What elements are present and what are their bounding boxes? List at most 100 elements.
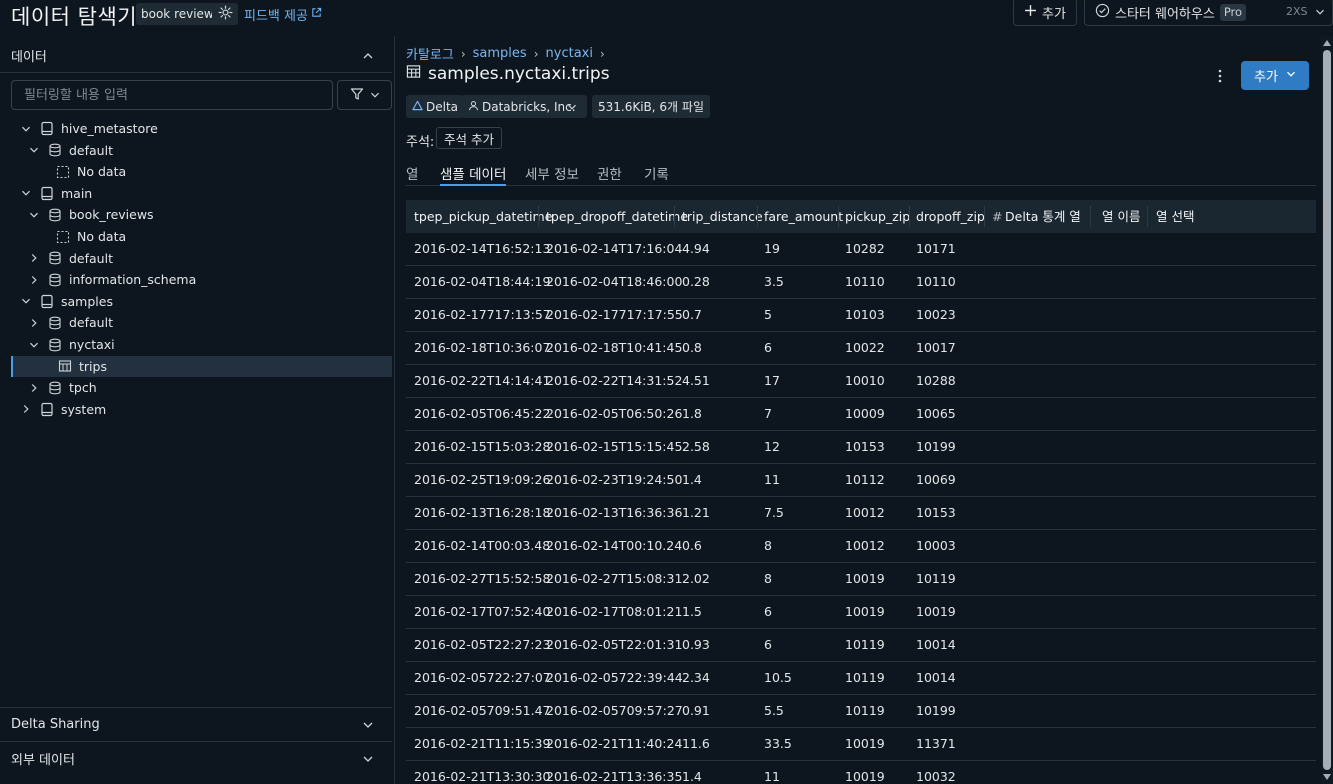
table-cell: 10032 [916, 769, 956, 784]
table-row: 2016-02-21T13:30:30 2016-02-21T13:36:35 1.… [406, 761, 1316, 784]
tree-item-label: No data [77, 229, 127, 244]
column-header[interactable]: dropoff_zip [916, 200, 985, 233]
chevron-down-icon[interactable] [567, 101, 577, 115]
chevron-right-icon[interactable] [19, 402, 33, 416]
table-cell: 2016-02-05T22:01:31 [546, 637, 683, 652]
table-cell: 2016-02-17T08:01:21 [546, 604, 683, 619]
column-header[interactable]: tpep_pickup_datetime [414, 200, 552, 233]
chevron-right-icon[interactable] [27, 273, 41, 287]
table-cell: 10019 [845, 604, 885, 619]
scroll-down-arrow-icon[interactable] [1323, 773, 1331, 781]
column-select-header[interactable]: 열 선택 [1156, 200, 1194, 233]
vertical-scrollbar[interactable] [1321, 36, 1333, 784]
tree-item-table[interactable]: trips [11, 355, 392, 377]
table-cell: 6 [764, 340, 772, 355]
tree-item-schema[interactable]: tpch [11, 377, 392, 398]
delta-stats-column-header[interactable]: Delta 통계 열 [1005, 200, 1081, 233]
empty-data-icon [55, 229, 71, 245]
chevron-up-icon[interactable] [362, 50, 374, 66]
column-resizer[interactable] [838, 206, 839, 227]
database-icon [47, 337, 63, 353]
top-add-label: 추가 [1042, 6, 1066, 22]
column-resizer[interactable] [909, 206, 910, 227]
table-row: 2016-02-27T15:52:58 2016-02-27T15:08:31 2.… [406, 563, 1316, 596]
chevron-down-icon[interactable] [27, 338, 41, 352]
data-section-header[interactable]: 데이터 [0, 38, 392, 72]
column-name-header[interactable]: 열 이름 [1102, 200, 1140, 233]
column-resizer[interactable] [757, 206, 758, 227]
column-resizer[interactable] [674, 206, 675, 227]
chevron-down-icon[interactable] [19, 122, 33, 136]
tree-item-schema[interactable]: information_schema [11, 269, 392, 290]
table-cell: 17 [764, 373, 780, 388]
table-cell: 10019 [845, 769, 885, 784]
breadcrumb-item-samples[interactable]: samples [473, 46, 527, 61]
scroll-up-arrow-icon[interactable] [1323, 39, 1331, 47]
add-button[interactable]: 추가 [1241, 61, 1309, 90]
table-cell: 10009 [845, 406, 885, 421]
external-data-section-header[interactable]: 외부 데이터 [0, 741, 392, 775]
tab-details[interactable]: 세부 정보 [525, 163, 579, 186]
table-cell: 2016-02-21T13:36:35 [546, 769, 683, 784]
chevron-down-icon[interactable] [362, 753, 374, 769]
tab-columns[interactable]: 열 [406, 163, 418, 186]
column-header[interactable]: tpep_dropoff_datetime [546, 200, 688, 233]
table-cell: 10119 [916, 571, 956, 586]
column-resizer[interactable] [538, 206, 539, 227]
chevron-down-icon[interactable] [19, 186, 33, 200]
table-cell: 2016-02-17717:17:55 [546, 307, 683, 322]
column-header[interactable]: trip_distance [682, 200, 763, 233]
tree-item-catalog[interactable]: hive_metastore [11, 118, 392, 139]
chevron-down-icon[interactable] [19, 294, 33, 308]
delta-sharing-section-header[interactable]: Delta Sharing [0, 707, 392, 741]
filter-button[interactable] [337, 80, 392, 110]
chevron-right-icon[interactable] [27, 316, 41, 330]
breadcrumb-item-catalog[interactable]: 카탈로그 [406, 44, 454, 63]
table-cell: 10112 [845, 472, 885, 487]
tree-item-schema[interactable]: default [11, 312, 392, 333]
chevron-right-icon: › [460, 46, 466, 61]
breadcrumb-item-nyctaxi[interactable]: nyctaxi [546, 46, 593, 61]
catalog-icon [39, 185, 55, 201]
column-resizer[interactable] [1147, 206, 1148, 227]
feedback-link[interactable]: 피드백 제공 [244, 5, 322, 24]
chevron-down-icon[interactable] [362, 719, 374, 735]
tab-history[interactable]: 기록 [644, 163, 669, 186]
tab-permissions[interactable]: 권한 [597, 163, 622, 186]
settings-button[interactable] [212, 3, 238, 25]
tree-item-label: samples [61, 293, 113, 309]
add-comment-button[interactable]: 주석 추가 [436, 127, 502, 149]
tree-item-schema[interactable]: default [11, 140, 392, 161]
column-resizer[interactable] [1090, 206, 1091, 227]
tree-item-catalog[interactable]: samples [11, 291, 392, 312]
tree-item-catalog[interactable]: system [11, 399, 392, 420]
warehouse-selector[interactable]: 스타터 웨어하우스 Pro 2XS [1084, 0, 1333, 26]
chevron-right-icon[interactable] [27, 251, 41, 265]
table-cell: 2.02 [682, 571, 710, 586]
table-cell: 10023 [916, 307, 956, 322]
scrollbar-thumb[interactable] [1323, 50, 1331, 770]
column-header[interactable]: pickup_zip [845, 200, 910, 233]
table-cell: 8 [764, 538, 772, 553]
chevron-right-icon[interactable] [27, 381, 41, 395]
filter-input[interactable] [11, 80, 333, 110]
owner-chip[interactable]: Databricks, Inc. [462, 95, 587, 118]
more-options-button[interactable] [1212, 68, 1228, 86]
chevron-down-icon[interactable] [27, 143, 41, 157]
chevron-down-icon[interactable] [27, 208, 41, 222]
table-cell: 4.94 [682, 241, 710, 256]
column-header[interactable]: fare_amount [764, 200, 843, 233]
column-resizer[interactable] [984, 206, 985, 227]
table-cell: 10119 [845, 670, 885, 685]
tree-item-catalog[interactable]: main [11, 183, 392, 204]
tree-item-schema[interactable]: default [11, 248, 392, 269]
table-cell: 10153 [845, 439, 885, 454]
tab-sample-data[interactable]: 샘플 데이터 [440, 163, 507, 186]
tree-item-schema[interactable]: nyctaxi [11, 334, 392, 355]
table-header: tpep_pickup_datetime tpep_dropoff_dateti… [406, 200, 1316, 233]
warehouse-name: 스타터 웨어하우스 [1115, 6, 1215, 22]
tree-item-schema[interactable]: book_reviews [11, 204, 392, 225]
table-cell: 2016-02-05709:57:27 [546, 703, 683, 718]
top-add-button[interactable]: 추가 [1013, 0, 1077, 26]
